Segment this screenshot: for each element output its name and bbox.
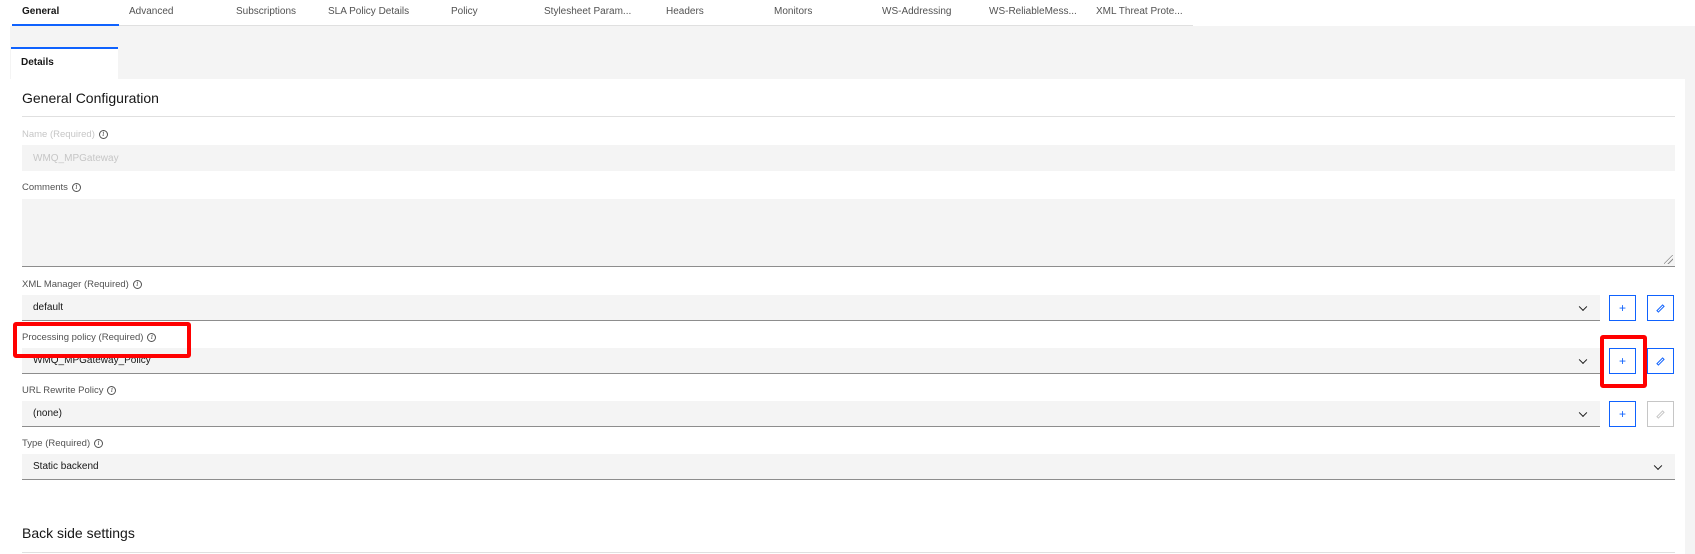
xml-manager-label-text: XML Manager (Required) bbox=[22, 279, 129, 290]
url-rewrite-add-button[interactable]: + bbox=[1609, 401, 1636, 427]
tab-bar: General Advanced Subscriptions SLA Polic… bbox=[12, 0, 1193, 26]
plus-icon: + bbox=[1618, 354, 1626, 368]
tab-details[interactable]: Details bbox=[11, 47, 118, 79]
resize-grip-icon[interactable] bbox=[1664, 255, 1673, 264]
processing-policy-edit-button[interactable] bbox=[1647, 348, 1674, 374]
xml-manager-add-button[interactable]: + bbox=[1609, 295, 1636, 321]
xml-manager-value: default bbox=[33, 302, 64, 313]
tab-ws-addressing[interactable]: WS-Addressing bbox=[872, 0, 979, 26]
chevron-down-icon bbox=[1578, 355, 1588, 364]
processing-policy-add-button[interactable]: + bbox=[1609, 348, 1636, 374]
chevron-down-icon bbox=[1578, 302, 1588, 311]
pencil-icon bbox=[1656, 303, 1665, 313]
general-config-title: General Configuration bbox=[22, 90, 159, 106]
tab-advanced[interactable]: Advanced bbox=[119, 0, 226, 26]
tab-xml-threat-protection[interactable]: XML Threat Prote... bbox=[1086, 0, 1193, 26]
type-select[interactable]: Static backend bbox=[22, 454, 1675, 480]
tab-headers[interactable]: Headers bbox=[656, 0, 764, 26]
type-value: Static backend bbox=[33, 461, 99, 472]
info-icon[interactable]: i bbox=[147, 333, 157, 342]
info-icon[interactable]: i bbox=[71, 183, 81, 192]
type-label: Type (Required) i bbox=[22, 438, 104, 449]
xml-manager-edit-button[interactable] bbox=[1647, 295, 1674, 321]
url-rewrite-label-text: URL Rewrite Policy bbox=[22, 385, 104, 396]
tab-sla-policy-details[interactable]: SLA Policy Details bbox=[318, 0, 441, 26]
xml-manager-label: XML Manager (Required) i bbox=[22, 279, 142, 290]
processing-policy-select[interactable]: WMQ_MPGateway_Policy bbox=[22, 348, 1600, 374]
url-rewrite-label: URL Rewrite Policy i bbox=[22, 385, 117, 396]
type-label-text: Type (Required) bbox=[22, 438, 91, 449]
tab-monitors[interactable]: Monitors bbox=[764, 0, 872, 26]
tab-ws-reliable-messaging[interactable]: WS-ReliableMess... bbox=[979, 0, 1086, 26]
info-icon[interactable]: i bbox=[94, 439, 104, 448]
plus-icon: + bbox=[1618, 407, 1626, 421]
tab-subscriptions[interactable]: Subscriptions bbox=[226, 0, 318, 26]
tab-general[interactable]: General bbox=[12, 0, 119, 26]
processing-policy-label-text: Processing policy (Required) bbox=[22, 332, 144, 343]
comments-label: Comments i bbox=[22, 182, 81, 193]
info-icon[interactable]: i bbox=[132, 280, 142, 289]
pencil-icon bbox=[1656, 356, 1665, 366]
xml-manager-select[interactable]: default bbox=[22, 295, 1600, 321]
name-label-text: Name (Required) bbox=[22, 129, 95, 140]
comments-textarea[interactable] bbox=[22, 199, 1675, 267]
pencil-icon bbox=[1656, 409, 1665, 419]
url-rewrite-edit-button bbox=[1647, 401, 1674, 427]
backside-settings-title: Back side settings bbox=[22, 525, 135, 541]
url-rewrite-value: (none) bbox=[33, 408, 62, 419]
section-divider bbox=[22, 116, 1675, 117]
processing-policy-value: WMQ_MPGateway_Policy bbox=[33, 355, 151, 366]
chevron-down-icon bbox=[1653, 461, 1663, 470]
section-divider bbox=[22, 552, 1675, 553]
chevron-down-icon bbox=[1578, 408, 1588, 417]
comments-label-text: Comments bbox=[22, 182, 68, 193]
plus-icon: + bbox=[1618, 301, 1626, 315]
tab-policy[interactable]: Policy bbox=[441, 0, 534, 26]
info-icon[interactable]: i bbox=[107, 386, 117, 395]
info-icon[interactable]: i bbox=[98, 130, 108, 139]
name-label: Name (Required) i bbox=[22, 129, 108, 140]
processing-policy-label: Processing policy (Required) i bbox=[22, 332, 157, 343]
tab-stylesheet-params[interactable]: Stylesheet Param... bbox=[534, 0, 656, 26]
name-input: WMQ_MPGateway bbox=[22, 145, 1675, 171]
url-rewrite-select[interactable]: (none) bbox=[22, 401, 1600, 427]
